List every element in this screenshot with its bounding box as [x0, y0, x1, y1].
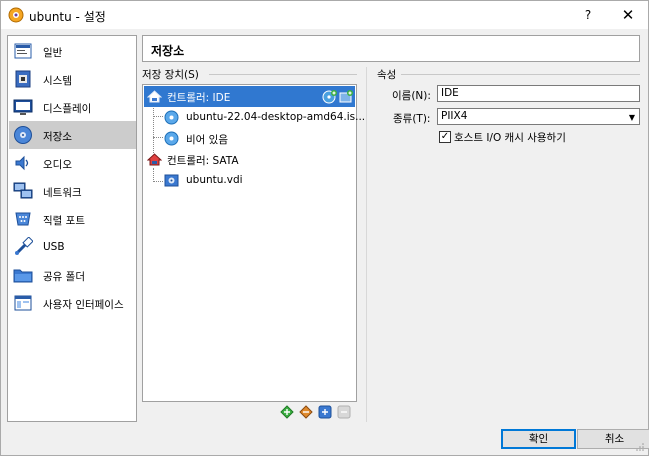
sidebar-item-label: 직렬 포트	[43, 215, 85, 227]
add-controller-icon[interactable]	[280, 405, 294, 419]
remove-attachment-icon	[337, 405, 351, 419]
settings-window: ubuntu - 설정 ? ✕ 일반 시스템 디스플레이 저장소 오디오 네트워…	[0, 0, 649, 456]
tree-item-controller-sata[interactable]: 컨트롤러: SATA	[144, 149, 355, 170]
usb-icon	[15, 237, 33, 255]
window-title: ubuntu - 설정	[29, 10, 106, 24]
hard-disk-icon	[164, 174, 179, 187]
audio-icon	[15, 155, 29, 171]
storage-devices-group-label: 저장 장치(S)	[142, 67, 202, 82]
add-hard-disk-icon[interactable]	[339, 89, 354, 104]
page-title: 저장소	[151, 44, 185, 58]
add-attachment-icon[interactable]	[318, 405, 332, 419]
sidebar-item-label: 오디오	[43, 159, 72, 171]
type-label: 종류(T):	[393, 113, 431, 125]
sidebar-item-serial-port[interactable]: 직렬 포트	[9, 205, 136, 233]
controller-icon	[147, 90, 162, 103]
sidebar-item-system[interactable]: 시스템	[9, 65, 136, 93]
optical-disc-icon	[164, 110, 179, 125]
storage-tree[interactable]: 컨트롤러: IDE ubuntu-22.04-desktop-amd64.is.…	[142, 84, 365, 402]
shared-folder-icon	[13, 269, 33, 283]
add-optical-drive-icon[interactable]	[322, 89, 337, 104]
network-icon	[13, 182, 33, 199]
properties-group-label: 속성	[377, 67, 400, 82]
tree-item-optical-empty[interactable]: 비어 있음	[144, 128, 355, 149]
sidebar-item-label: 디스플레이	[43, 103, 92, 115]
panel-divider	[366, 67, 367, 422]
close-button[interactable]: ✕	[613, 4, 643, 26]
display-icon	[13, 99, 33, 115]
sidebar-item-audio[interactable]: 오디오	[9, 149, 136, 177]
sidebar-item-label: 저장소	[43, 131, 72, 143]
sidebar-item-network[interactable]: 네트워크	[9, 177, 136, 205]
sidebar-item-label: 시스템	[43, 75, 72, 87]
help-button[interactable]: ?	[573, 4, 603, 26]
tree-item-label: 비어 있음	[186, 134, 228, 146]
page-header: 저장소	[142, 35, 640, 62]
name-input[interactable]: IDE	[437, 85, 640, 102]
settings-sidebar: 일반 시스템 디스플레이 저장소 오디오 네트워크 직렬 포트 USB 공유 폴…	[7, 35, 137, 422]
sidebar-item-shared-folder[interactable]: 공유 폴더	[9, 261, 136, 289]
type-select-value: PIIX4	[441, 110, 468, 122]
host-io-cache-label: 호스트 I/O 캐시 사용하기	[454, 132, 566, 144]
tree-item-label: ubuntu-22.04-desktop-amd64.is...	[186, 111, 366, 123]
tree-item-controller-ide[interactable]: 컨트롤러: IDE	[144, 86, 355, 107]
group-separator	[209, 74, 357, 75]
serial-port-icon	[15, 212, 31, 226]
type-select[interactable]: PIIX4 ▼	[437, 108, 640, 125]
sidebar-item-storage[interactable]: 저장소	[9, 121, 136, 149]
sidebar-item-display[interactable]: 디스플레이	[9, 93, 136, 121]
title-bar: ubuntu - 설정 ? ✕	[1, 1, 648, 29]
tree-item-label: ubuntu.vdi	[186, 174, 243, 186]
ok-button[interactable]: 확인	[501, 429, 576, 449]
sidebar-item-user-interface[interactable]: 사용자 인터페이스	[9, 289, 136, 317]
tree-item-label: 컨트롤러: IDE	[167, 92, 231, 104]
controller-icon	[147, 153, 162, 166]
storage-icon	[14, 126, 32, 144]
general-icon	[14, 43, 32, 59]
group-separator	[401, 74, 640, 75]
sidebar-item-label: 일반	[43, 47, 63, 59]
system-icon	[15, 70, 31, 88]
tree-item-label: 컨트롤러: SATA	[167, 155, 239, 167]
tree-item-hard-disk[interactable]: ubuntu.vdi	[144, 170, 355, 191]
sidebar-item-general[interactable]: 일반	[9, 37, 136, 65]
user-interface-icon	[14, 295, 32, 311]
virtualbox-icon	[8, 7, 24, 23]
optical-disc-icon	[164, 131, 179, 146]
sidebar-item-label: 사용자 인터페이스	[43, 299, 124, 311]
sidebar-item-label: 네트워크	[43, 187, 82, 199]
resize-grip-icon[interactable]	[635, 442, 645, 452]
sidebar-item-label: USB	[43, 241, 65, 253]
chevron-down-icon: ▼	[628, 113, 635, 122]
sidebar-item-usb[interactable]: USB	[9, 233, 136, 261]
sidebar-item-label: 공유 폴더	[43, 271, 85, 283]
name-label: 이름(N):	[392, 90, 431, 102]
remove-controller-icon[interactable]	[299, 405, 313, 419]
tree-item-optical-iso[interactable]: ubuntu-22.04-desktop-amd64.is...	[144, 107, 365, 128]
host-io-cache-checkbox[interactable]: ✓	[439, 131, 451, 143]
